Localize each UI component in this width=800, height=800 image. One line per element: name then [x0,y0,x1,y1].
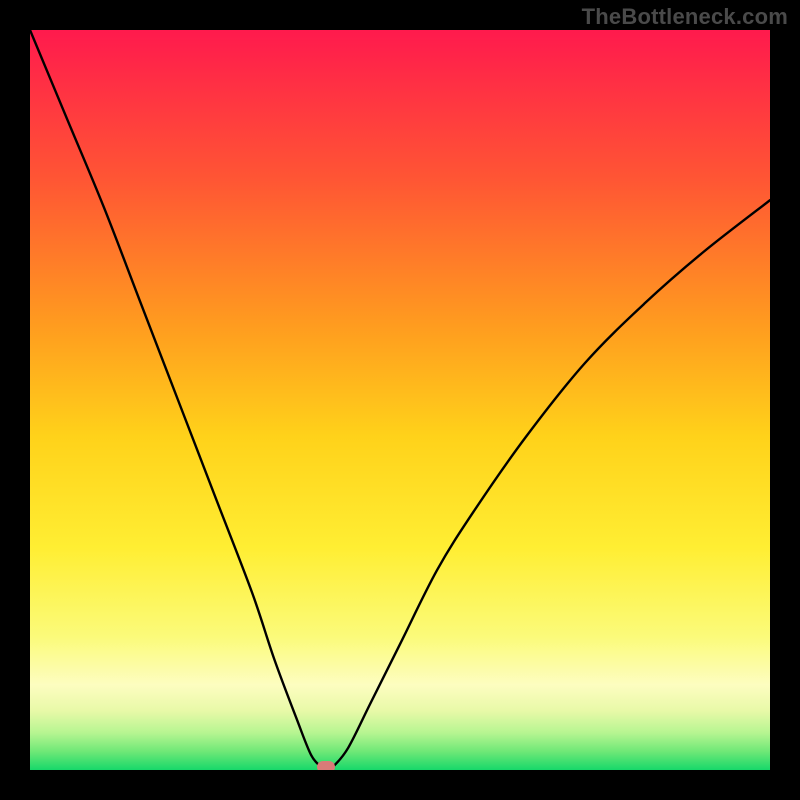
attribution-label: TheBottleneck.com [582,4,788,30]
optimal-marker [317,761,335,770]
bottleneck-curve [30,30,770,770]
plot-area [30,30,770,770]
chart-frame: TheBottleneck.com [0,0,800,800]
